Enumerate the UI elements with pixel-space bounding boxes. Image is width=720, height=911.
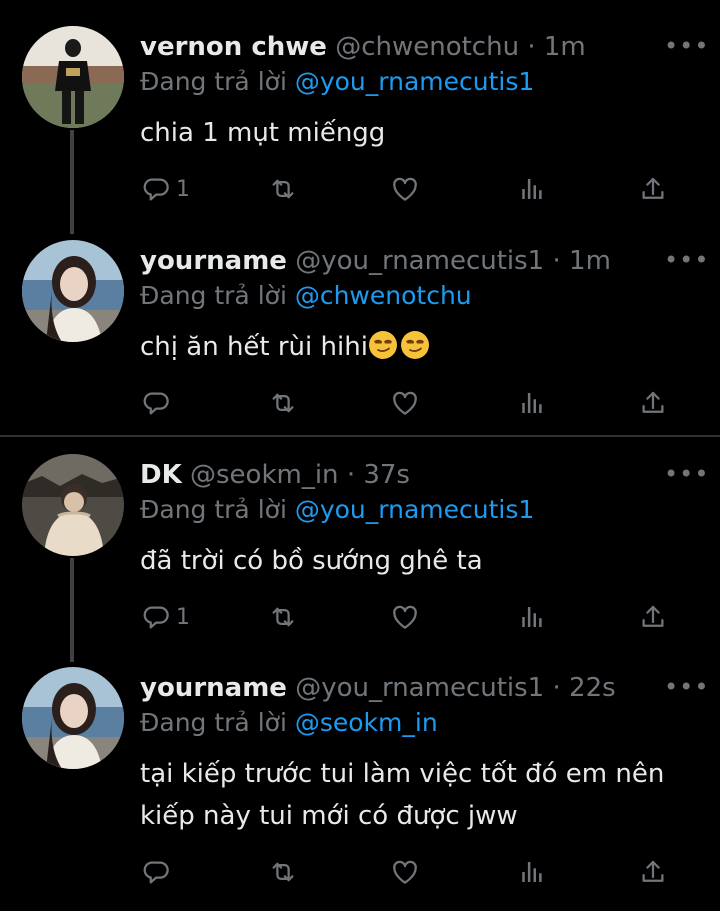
tweet-header: vernon chwe @chwenotchu · 1m (140, 30, 586, 64)
replying-to: Đang trả lời @seokm_in (140, 707, 438, 739)
replying-to-label: Đang trả lời (140, 67, 287, 96)
handle[interactable]: @chwenotchu (335, 32, 519, 62)
replying-to-label: Đang trả lời (140, 708, 287, 737)
action-bar (0, 386, 720, 420)
retweet-icon (268, 602, 298, 632)
replying-to-label: Đang trả lời (140, 281, 287, 310)
display-name[interactable]: vernon chwe (140, 32, 327, 62)
timestamp[interactable]: · 1m (553, 246, 611, 276)
share-icon (638, 602, 668, 632)
tweet-text: chia 1 mụt miếngg (140, 118, 386, 148)
more-options-icon[interactable]: ••• (664, 34, 709, 58)
replying-to: Đang trả lời @you_rnamecutis1 (140, 494, 534, 526)
reply-button[interactable]: 1 (142, 172, 190, 206)
retweet-button[interactable] (268, 172, 298, 206)
views-icon (516, 174, 546, 204)
like-button[interactable] (390, 855, 420, 889)
reply-icon (142, 857, 172, 887)
retweet-icon (268, 174, 298, 204)
display-name[interactable]: yourname (140, 246, 287, 276)
mention-link[interactable]: @you_rnamecutis1 (295, 495, 534, 524)
divider (0, 435, 720, 437)
reply-count: 1 (176, 176, 190, 202)
timestamp[interactable]: · 22s (553, 673, 616, 703)
smirk-emoji (368, 330, 398, 360)
replying-to-label: Đang trả lời (140, 495, 287, 524)
handle[interactable]: @seokm_in (190, 460, 339, 490)
heart-icon (390, 174, 420, 204)
share-icon (638, 388, 668, 418)
replying-to: Đang trả lời @chwenotchu (140, 280, 472, 312)
tweet[interactable]: DK @seokm_in · 37s ••• Đang trả lời @you… (0, 454, 720, 650)
tweet-text: tại kiếp trước tui làm việc tốt đó em nê… (140, 753, 700, 837)
retweet-button[interactable] (268, 386, 298, 420)
reply-icon (142, 174, 172, 204)
display-name[interactable]: DK (140, 460, 182, 490)
share-button[interactable] (638, 172, 668, 206)
reply-button[interactable] (142, 855, 176, 889)
tweet-header: yourname @you_rnamecutis1 · 1m (140, 244, 611, 278)
share-button[interactable] (638, 600, 668, 634)
action-bar (0, 855, 720, 889)
mention-link[interactable]: @seokm_in (295, 708, 438, 737)
retweet-icon (268, 388, 298, 418)
tweet-header: yourname @you_rnamecutis1 · 22s (140, 671, 616, 705)
tweet-text-line: tại kiếp trước tui làm việc tốt đó em nê… (140, 759, 665, 789)
views-icon (516, 388, 546, 418)
action-bar: 1 (0, 172, 720, 206)
more-options-icon[interactable]: ••• (664, 462, 709, 486)
like-button[interactable] (390, 172, 420, 206)
views-icon (516, 857, 546, 887)
tweet[interactable]: yourname @you_rnamecutis1 · 22s ••• Đang… (0, 667, 720, 907)
tweet-text-content: chị ăn hết rùi hihi (140, 332, 368, 362)
avatar[interactable] (22, 26, 124, 128)
reply-icon (142, 602, 172, 632)
share-icon (638, 174, 668, 204)
tweet-text: chị ăn hết rùi hihi (140, 326, 700, 368)
reply-icon (142, 388, 172, 418)
views-button[interactable] (516, 855, 546, 889)
share-button[interactable] (638, 386, 668, 420)
like-button[interactable] (390, 386, 420, 420)
retweet-icon (268, 857, 298, 887)
views-button[interactable] (516, 172, 546, 206)
more-options-icon[interactable]: ••• (664, 248, 709, 272)
handle[interactable]: @you_rnamecutis1 (295, 673, 544, 703)
action-bar: 1 (0, 600, 720, 634)
retweet-button[interactable] (268, 600, 298, 634)
avatar[interactable] (22, 454, 124, 556)
smirk-emoji (400, 330, 430, 360)
timestamp[interactable]: · 37s (347, 460, 410, 490)
retweet-button[interactable] (268, 855, 298, 889)
heart-icon (390, 388, 420, 418)
share-icon (638, 857, 668, 887)
views-button[interactable] (516, 600, 546, 634)
heart-icon (390, 857, 420, 887)
views-icon (516, 602, 546, 632)
heart-icon (390, 602, 420, 632)
tweet[interactable]: vernon chwe @chwenotchu · 1m ••• Đang tr… (0, 26, 720, 222)
tweet[interactable]: yourname @you_rnamecutis1 · 1m ••• Đang … (0, 240, 720, 430)
tweet-text-line: kiếp này tui mới có được jww (140, 801, 518, 831)
like-button[interactable] (390, 600, 420, 634)
replying-to: Đang trả lời @you_rnamecutis1 (140, 66, 534, 98)
reply-button[interactable]: 1 (142, 600, 190, 634)
handle[interactable]: @you_rnamecutis1 (295, 246, 544, 276)
tweet-header: DK @seokm_in · 37s (140, 458, 410, 492)
avatar[interactable] (22, 667, 124, 769)
display-name[interactable]: yourname (140, 673, 287, 703)
tweet-text: đã trời có bồ sướng ghê ta (140, 546, 483, 576)
more-options-icon[interactable]: ••• (664, 675, 709, 699)
reply-count: 1 (176, 604, 190, 630)
timestamp[interactable]: · 1m (527, 32, 585, 62)
views-button[interactable] (516, 386, 546, 420)
share-button[interactable] (638, 855, 668, 889)
mention-link[interactable]: @you_rnamecutis1 (295, 67, 534, 96)
mention-link[interactable]: @chwenotchu (295, 281, 472, 310)
reply-button[interactable] (142, 386, 176, 420)
avatar[interactable] (22, 240, 124, 342)
